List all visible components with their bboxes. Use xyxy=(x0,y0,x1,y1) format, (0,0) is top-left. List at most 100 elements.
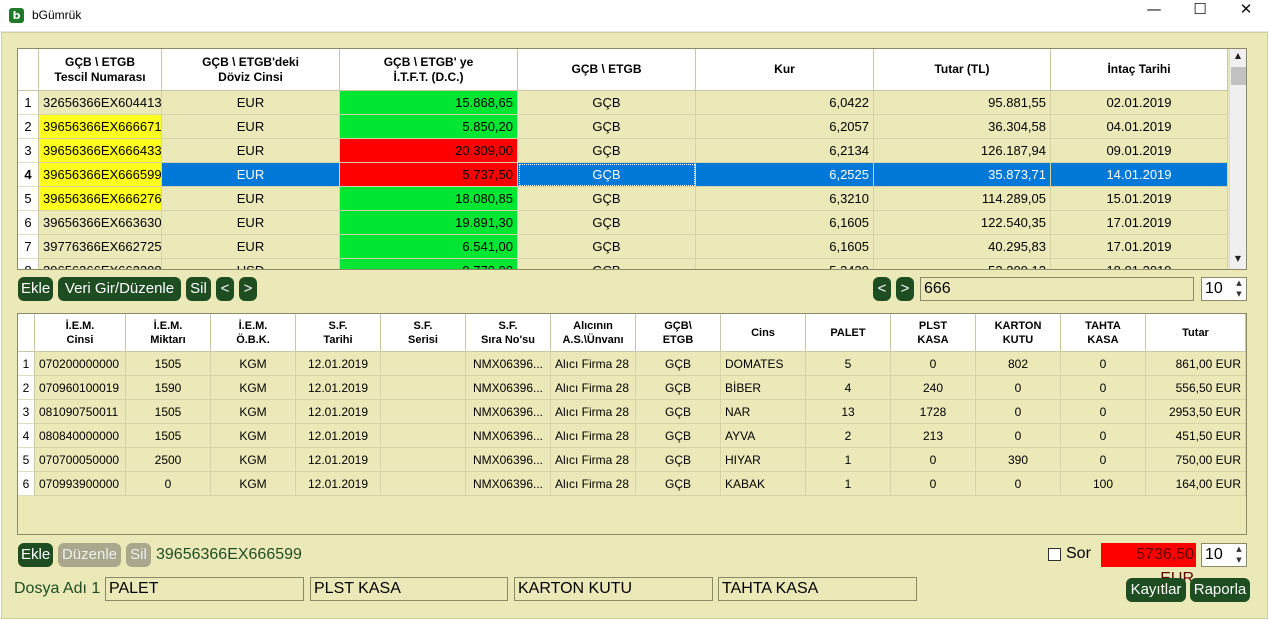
kalem-cell-gcb[interactable]: GÇB xyxy=(636,424,721,448)
kalem-col-header[interactable]: Cins xyxy=(721,314,806,352)
gcb-row-number[interactable]: 4 xyxy=(18,163,39,187)
kalem-cell-sira[interactable]: NMX06396... xyxy=(466,424,551,448)
kalem-row-number[interactable]: 1 xyxy=(18,352,35,376)
palet-field[interactable]: PALET xyxy=(105,577,304,601)
gcb-cell-gcb[interactable]: GÇB xyxy=(518,187,696,211)
gcb-cell-tutar[interactable]: 126.187,94 xyxy=(874,139,1051,163)
gcb-cell-kur[interactable]: 6,2057 xyxy=(696,115,874,139)
scroll-up-icon[interactable]: ▲ xyxy=(1232,51,1244,63)
kalem-cell-cinsi[interactable]: 070200000000 xyxy=(35,352,126,376)
gcb-cell-tarih[interactable]: 02.01.2019 xyxy=(1051,91,1228,115)
kalem-cell-tarih[interactable]: 12.01.2019 xyxy=(296,376,381,400)
scroll-down-icon[interactable]: ▼ xyxy=(1232,254,1244,266)
spinner-arrows-icon[interactable]: ▲ ▼ xyxy=(1232,278,1246,300)
kalem-cell-obk[interactable]: KGM xyxy=(211,400,296,424)
kalem-row-number[interactable]: 5 xyxy=(18,448,35,472)
kalem-cell-plst[interactable]: 0 xyxy=(891,472,976,496)
kalem-col-header[interactable]: KARTON KUTU xyxy=(976,314,1061,352)
kalem-cell-plst[interactable]: 0 xyxy=(891,448,976,472)
kalem-cell-cins[interactable]: HIYAR xyxy=(721,448,806,472)
kalem-cell-seri[interactable] xyxy=(381,352,466,376)
kalem-grid[interactable]: İ.E.M. Cinsi İ.E.M. Miktarı İ.E.M. Ö.B.K. S… xyxy=(17,313,1247,535)
raporla-button[interactable]: Raporla xyxy=(1190,578,1250,602)
bottom-page-size-spinner[interactable]: 10 ▲ ▼ xyxy=(1201,543,1247,567)
kalem-cell-seri[interactable] xyxy=(381,400,466,424)
kalem-cell-cins[interactable]: DOMATES xyxy=(721,352,806,376)
kalem-cell-alici[interactable]: Alıcı Firma 28 xyxy=(551,400,636,424)
gcb-cell-tutar[interactable]: 36.304,58 xyxy=(874,115,1051,139)
kalem-cell-tahta[interactable]: 0 xyxy=(1061,448,1146,472)
kalem-cell-tahta[interactable]: 0 xyxy=(1061,352,1146,376)
gcb-cell-kur[interactable]: 6,3210 xyxy=(696,187,874,211)
gcb-cell-itft[interactable]: 20.309,00 xyxy=(340,139,518,163)
kalem-cell-palet[interactable]: 1 xyxy=(806,472,891,496)
kalem-cell-obk[interactable]: KGM xyxy=(211,448,296,472)
bottom-add-button[interactable]: Ekle xyxy=(18,543,53,567)
kalem-cell-tutar[interactable]: 2953,50 EUR xyxy=(1146,400,1246,424)
gcb-cell-gcb[interactable]: GÇB xyxy=(518,235,696,259)
kalem-col-header[interactable]: İ.E.M. Ö.B.K. xyxy=(211,314,296,352)
gcb-cell-tescil[interactable]: 39776366EX662725 xyxy=(39,235,162,259)
gcb-cell-doviz[interactable]: EUR xyxy=(162,187,340,211)
kalem-cell-seri[interactable] xyxy=(381,376,466,400)
gcb-row-number[interactable]: 7 xyxy=(18,235,39,259)
gcb-cell-doviz[interactable]: EUR xyxy=(162,235,340,259)
kalem-cell-tarih[interactable]: 12.01.2019 xyxy=(296,472,381,496)
kalem-cell-cinsi[interactable]: 070960100019 xyxy=(35,376,126,400)
kalem-cell-karton[interactable]: 390 xyxy=(976,448,1061,472)
kalem-cell-palet[interactable]: 1 xyxy=(806,448,891,472)
gcb-cell-tescil[interactable]: 39656366EX663630 xyxy=(39,211,162,235)
kalem-cell-miktar[interactable]: 0 xyxy=(126,472,211,496)
kayitlar-button[interactable]: Kayıtlar xyxy=(1126,578,1186,602)
gcb-cell-gcb[interactable]: GÇB xyxy=(518,163,696,187)
kalem-cell-gcb[interactable]: GÇB xyxy=(636,376,721,400)
kalem-col-header[interactable]: Tutar xyxy=(1146,314,1246,352)
gcb-cell-tutar[interactable]: 114.289,05 xyxy=(874,187,1051,211)
gcb-row-number[interactable]: 5 xyxy=(18,187,39,211)
bottom-edit-button[interactable]: Düzenle xyxy=(58,543,121,567)
kalem-cell-karton[interactable]: 802 xyxy=(976,352,1061,376)
search-next-button[interactable]: > xyxy=(896,277,914,301)
kalem-cell-tutar[interactable]: 451,50 EUR xyxy=(1146,424,1246,448)
kalem-cell-karton[interactable]: 0 xyxy=(976,472,1061,496)
kalem-cell-tutar[interactable]: 750,00 EUR xyxy=(1146,448,1246,472)
gcb-grid-scrollbar[interactable]: ▲ ▼ xyxy=(1229,49,1246,269)
gcb-row-number[interactable]: 6 xyxy=(18,211,39,235)
maximize-button[interactable]: ☐ xyxy=(1177,0,1223,31)
kalem-cell-sira[interactable]: NMX06396... xyxy=(466,376,551,400)
kalem-cell-plst[interactable]: 240 xyxy=(891,376,976,400)
kalem-cell-tahta[interactable]: 0 xyxy=(1061,376,1146,400)
gcb-row-number[interactable]: 8 xyxy=(18,259,39,269)
gcb-cell-gcb[interactable]: GÇB xyxy=(518,115,696,139)
search-prev-button[interactable]: < xyxy=(873,277,891,301)
kalem-cell-sira[interactable]: NMX06396... xyxy=(466,400,551,424)
gcb-cell-tarih[interactable]: 14.01.2019 xyxy=(1051,163,1228,187)
kalem-cell-cins[interactable]: KABAK xyxy=(721,472,806,496)
kalem-col-header[interactable]: S.F. Sıra No'su xyxy=(466,314,551,352)
kalem-cell-gcb[interactable]: GÇB xyxy=(636,352,721,376)
gcb-cell-kur[interactable]: 5,3439 xyxy=(696,259,874,269)
kalem-cell-tutar[interactable]: 164,00 EUR xyxy=(1146,472,1246,496)
gcb-col-header[interactable]: Kur xyxy=(696,49,874,91)
gcb-cell-tutar[interactable]: 95.881,55 xyxy=(874,91,1051,115)
plst-kasa-field[interactable]: PLST KASA xyxy=(310,577,508,601)
gcb-cell-tarih[interactable]: 17.01.2019 xyxy=(1051,235,1228,259)
kalem-cell-seri[interactable] xyxy=(381,472,466,496)
kalem-cell-karton[interactable]: 0 xyxy=(976,424,1061,448)
kalem-cell-alici[interactable]: Alıcı Firma 28 xyxy=(551,448,636,472)
gcb-row-number[interactable]: 1 xyxy=(18,91,39,115)
gcb-cell-gcb[interactable]: GÇB xyxy=(518,259,696,269)
veri-gir-duzenle-button[interactable]: Veri Gir/Düzenle xyxy=(58,277,181,301)
kalem-cell-tarih[interactable]: 12.01.2019 xyxy=(296,400,381,424)
kalem-cell-seri[interactable] xyxy=(381,448,466,472)
gcb-cell-doviz[interactable]: EUR xyxy=(162,115,340,139)
kalem-cell-palet[interactable]: 2 xyxy=(806,424,891,448)
kalem-cell-miktar[interactable]: 1505 xyxy=(126,400,211,424)
kalem-cell-tahta[interactable]: 0 xyxy=(1061,424,1146,448)
kalem-cell-tahta[interactable]: 0 xyxy=(1061,400,1146,424)
kalem-cell-tahta[interactable]: 100 xyxy=(1061,472,1146,496)
kalem-col-header[interactable]: S.F. Serisi xyxy=(381,314,466,352)
kalem-cell-seri[interactable] xyxy=(381,424,466,448)
karton-kutu-field[interactable]: KARTON KUTU xyxy=(514,577,713,601)
kalem-col-header[interactable]: PLST KASA xyxy=(891,314,976,352)
